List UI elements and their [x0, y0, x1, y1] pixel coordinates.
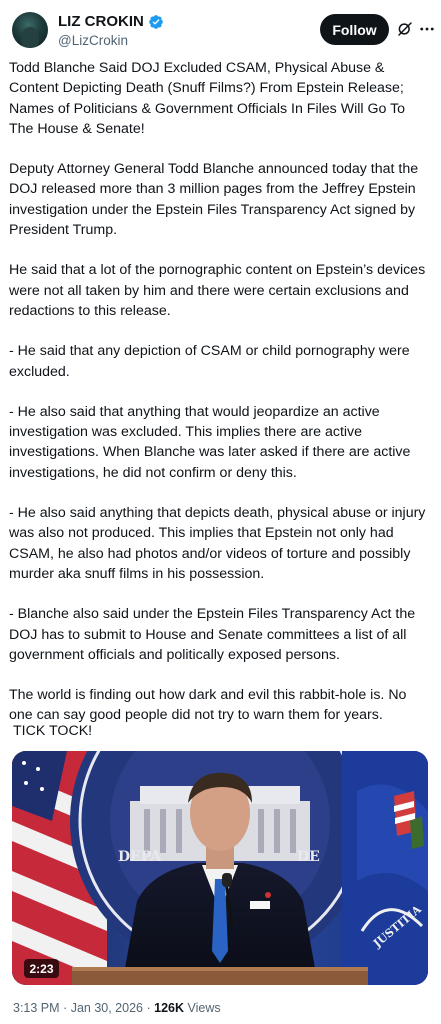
- grok-icon[interactable]: [396, 20, 414, 38]
- tweet-paragraph: - He also said anything that depicts dea…: [9, 505, 426, 582]
- more-options-icon[interactable]: [418, 20, 436, 38]
- video-player[interactable]: DEPA DE JUSTITIA: [12, 751, 428, 985]
- tweet-paragraph: He said that a lot of the pornographic c…: [9, 262, 426, 319]
- doj-flag: JUSTITIA: [342, 751, 428, 985]
- avatar[interactable]: [12, 12, 48, 48]
- video-frame[interactable]: DEPA DE JUSTITIA: [12, 751, 428, 985]
- tweet-header: LIZ CROKIN @LizCrokin Follow: [8, 8, 436, 52]
- tweet-paragraph: Deputy Attorney General Todd Blanche ann…: [9, 161, 419, 239]
- follow-button[interactable]: Follow: [320, 14, 389, 45]
- author-info[interactable]: LIZ CROKIN @LizCrokin: [58, 13, 164, 50]
- tweet-paragraph: - He said that any depiction of CSAM or …: [9, 343, 410, 380]
- meta-separator: ·: [63, 1001, 68, 1015]
- tweet-paragraph: The world is finding out how dark and ev…: [9, 687, 407, 724]
- tweet-closing-line: TICK TOCK!: [13, 723, 93, 739]
- podium: [72, 967, 368, 985]
- tweet-paragraph: - Blanche also said under the Epstein Fi…: [9, 606, 416, 663]
- verified-badge-icon: [148, 15, 163, 29]
- seal-text-right: DE: [297, 849, 320, 865]
- author-handle[interactable]: @LizCrokin: [58, 32, 164, 50]
- meta-separator: ·: [146, 1001, 151, 1015]
- views-label[interactable]: Views: [188, 1001, 221, 1015]
- author-name-row[interactable]: LIZ CROKIN: [58, 13, 164, 31]
- tweet-time[interactable]: 3:13 PM: [13, 1001, 60, 1015]
- seal-text-left: DEPA: [118, 849, 162, 865]
- tweet-text: Todd Blanche Said DOJ Excluded CSAM, Phy…: [9, 58, 429, 726]
- video-duration-badge: 2:23: [24, 959, 59, 978]
- tweet-meta: 3:13 PM · Jan 30, 2026 · 126K Views: [13, 999, 221, 1017]
- tweet-date[interactable]: Jan 30, 2026: [71, 1001, 143, 1015]
- author-display-name[interactable]: LIZ CROKIN: [58, 13, 144, 31]
- tweet-paragraph: - He also said that anything that would …: [9, 403, 411, 481]
- views-count[interactable]: 126K: [154, 1001, 184, 1015]
- tweet-paragraph: Todd Blanche Said DOJ Excluded CSAM, Phy…: [9, 60, 406, 137]
